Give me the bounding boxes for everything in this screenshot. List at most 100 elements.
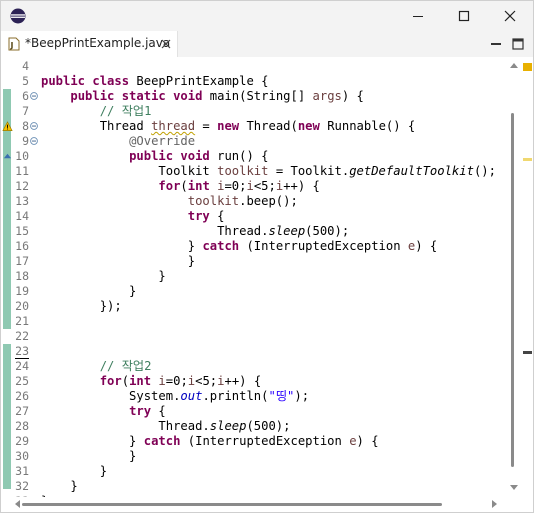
- tab-close-icon[interactable]: [159, 37, 173, 51]
- line-number: 19: [15, 284, 29, 298]
- code-line[interactable]: 22: [1, 329, 533, 344]
- code-token: =0;: [165, 374, 188, 388]
- code-text: Thread thread = new Thread(new Runnable(…: [41, 119, 416, 134]
- code-line[interactable]: 11 Toolkit toolkit = Toolkit.getDefaultT…: [1, 164, 533, 179]
- line-number: 16: [15, 239, 29, 253]
- code-editor[interactable]: 4 5 public class BeepPrintExample {6 publi…: [1, 57, 533, 512]
- code-line[interactable]: 32 }: [1, 479, 533, 494]
- maximize-button[interactable]: [441, 1, 487, 31]
- maximize-view-icon[interactable]: [511, 37, 525, 51]
- code-token: Thread.: [41, 224, 269, 238]
- code-line[interactable]: 21: [1, 314, 533, 329]
- vertical-scroll-thumb[interactable]: [511, 113, 514, 467]
- scroll-right-icon[interactable]: [492, 500, 497, 508]
- code-token: System.: [41, 389, 181, 403]
- title-bar[interactable]: [1, 1, 533, 31]
- scroll-down-icon[interactable]: [510, 485, 518, 490]
- line-number: 11: [15, 164, 29, 178]
- code-line[interactable]: 14 try {: [1, 209, 533, 224]
- close-window-button[interactable]: [487, 1, 533, 31]
- code-line[interactable]: 12 for(int i=0;i<5;i++) {: [1, 179, 533, 194]
- code-text: try {: [41, 404, 166, 419]
- vertical-scrollbar[interactable]: [506, 57, 523, 512]
- code-token: ();: [473, 164, 496, 178]
- code-token: }: [41, 284, 137, 298]
- code-line[interactable]: 13 toolkit.beep();: [1, 194, 533, 209]
- line-number: 4: [22, 59, 29, 73]
- line-number: 14: [15, 209, 29, 223]
- maximize-icon: [458, 10, 470, 22]
- code-line[interactable]: 7 // 작업1: [1, 104, 533, 119]
- code-line[interactable]: 10 public void run() {: [1, 149, 533, 164]
- error-overview-marker[interactable]: [523, 351, 532, 354]
- editor-tab-bar: J *BeepPrintExample.java: [1, 31, 533, 57]
- code-token: getDefaultToolkit: [349, 164, 474, 178]
- override-marker-icon[interactable]: [3, 152, 12, 161]
- code-token: {: [158, 404, 166, 418]
- horizontal-scroll-thumb[interactable]: [22, 503, 442, 506]
- code-line[interactable]: 17 }: [1, 254, 533, 269]
- line-number: 9: [22, 134, 29, 148]
- code-token: ) {: [415, 239, 438, 253]
- fold-collapse-icon[interactable]: [30, 122, 38, 130]
- warning-icon[interactable]: [2, 121, 13, 132]
- code-text: try {: [41, 209, 225, 224]
- code-token: }: [41, 239, 203, 253]
- line-number: 24: [15, 359, 29, 373]
- code-token: }: [41, 269, 166, 283]
- code-line[interactable]: 26 System.out.println("띵");: [1, 389, 533, 404]
- occurrence-overview-marker[interactable]: [523, 158, 532, 161]
- minimize-button[interactable]: [395, 1, 441, 31]
- line-number: 26: [15, 389, 29, 403]
- line-number: 23: [15, 344, 29, 358]
- overview-ruler[interactable]: [523, 57, 533, 512]
- editor-tab[interactable]: J *BeepPrintExample.java: [1, 31, 178, 57]
- code-line[interactable]: 4: [1, 59, 533, 74]
- code-token: ++) {: [224, 374, 262, 388]
- code-line[interactable]: 29 } catch (InterruptedException e) {: [1, 434, 533, 449]
- scroll-up-icon[interactable]: [510, 63, 518, 68]
- code-text: // 작업2: [41, 359, 152, 374]
- scroll-left-icon[interactable]: [15, 500, 20, 508]
- code-line[interactable]: 20 });: [1, 299, 533, 314]
- code-line[interactable]: 8 Thread thread = new Thread(new Runnabl…: [1, 119, 533, 134]
- code-line[interactable]: 18 }: [1, 269, 533, 284]
- code-line[interactable]: 28 Thread.sleep(500);: [1, 419, 533, 434]
- code-token: .beep();: [239, 194, 298, 208]
- line-number: 5: [22, 74, 29, 88]
- line-number: 20: [15, 299, 29, 313]
- code-text: Toolkit toolkit = Toolkit.getDefaultTool…: [41, 164, 496, 179]
- code-token: (: [180, 179, 188, 193]
- code-text: public void run() {: [41, 149, 268, 164]
- code-line[interactable]: 19 }: [1, 284, 533, 299]
- code-token: Toolkit: [41, 164, 218, 178]
- code-line[interactable]: 31 }: [1, 464, 533, 479]
- code-line[interactable]: 16 } catch (InterruptedException e) {: [1, 239, 533, 254]
- code-line[interactable]: 24 // 작업2: [1, 359, 533, 374]
- fold-collapse-icon[interactable]: [30, 92, 38, 100]
- code-line[interactable]: 6 public static void main(String[] args)…: [1, 89, 533, 104]
- code-text: System.out.println("띵");: [41, 389, 309, 404]
- code-token: for: [99, 374, 122, 388]
- line-number: 15: [15, 224, 29, 238]
- warning-overview-marker[interactable]: [523, 63, 532, 71]
- fold-collapse-icon[interactable]: [30, 137, 38, 145]
- code-token: }: [41, 434, 144, 448]
- minimize-view-icon[interactable]: [489, 37, 503, 51]
- code-line[interactable]: 30 }: [1, 449, 533, 464]
- code-token: thread: [151, 119, 196, 133]
- line-number: 7: [22, 104, 29, 118]
- line-number: 21: [15, 314, 29, 328]
- code-line[interactable]: 9 @Override: [1, 134, 533, 149]
- code-line[interactable]: 23: [1, 344, 533, 359]
- code-line[interactable]: 25 for(int i=0;i<5;i++) {: [1, 374, 533, 389]
- code-line[interactable]: 15 Thread.sleep(500);: [1, 224, 533, 239]
- code-line[interactable]: 5 public class BeepPrintExample {: [1, 74, 533, 89]
- code-line[interactable]: 27 try {: [1, 404, 533, 419]
- code-token: (500);: [246, 419, 291, 433]
- line-number: 6: [22, 89, 29, 103]
- code-token: public void: [129, 149, 218, 163]
- horizontal-scrollbar[interactable]: [14, 497, 504, 511]
